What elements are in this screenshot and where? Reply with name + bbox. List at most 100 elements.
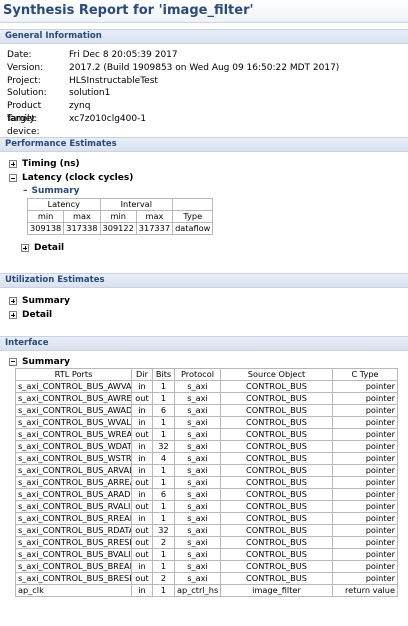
timing-node[interactable]: Timing (ns) [0,157,408,171]
latency-node[interactable]: Latency (clock cycles) [0,171,408,185]
table-cell: 1 [152,548,175,561]
table-row: ap_clk in 1 ap_ctrl_hs image_filter return va… [15,584,398,597]
table-cell: CONTROL_BUS [220,464,333,477]
table-cell: CONTROL_BUS [220,560,333,573]
info-label: Project: [7,75,41,86]
table-cell: s_axi_CONTROL_BUS_AWADDR [15,404,132,417]
col-header-protocol: Protocol [174,368,221,381]
expand-icon[interactable] [21,244,29,252]
expand-icon[interactable] [9,311,17,319]
info-value: solution1 [69,88,111,99]
collapse-icon[interactable] [9,174,17,182]
table-cell: s_axi_CONTROL_BUS_AWREADY [15,392,132,405]
table-cell: image_filter [220,584,333,597]
table-cell: pointer [332,512,398,525]
performance-header[interactable]: Performance Estimates [0,137,408,152]
table-cell: CONTROL_BUS [220,572,333,585]
table-cell: 1 [152,560,175,573]
table-cell: 32 [152,524,175,537]
expand-icon[interactable] [9,297,17,305]
table-cell: 32 [152,440,175,453]
table-cell: s_axi_CONTROL_BUS_AWVALID [15,380,132,393]
info-label: Date: [7,50,32,60]
table-row: s_axi_CONTROL_BUS_WREADY out 1 s_axi CONTROL… [15,428,398,441]
table-cell: s_axi_CONTROL_BUS_WREADY [15,428,132,441]
col-header: max [135,210,174,223]
table-row: s_axi_CONTROL_BUS_AWVALIDin1s_axiCONTROL… [15,380,398,393]
table-cell: pointer [332,380,398,393]
table-cell: out [131,536,153,549]
table-cell: CONTROL_BUS [220,416,333,429]
col-header: max [63,210,101,223]
latency-detail-node[interactable]: Detail [0,241,408,255]
table-row: s_axi_CONTROL_BUS_WVALID in 1 s_axi CONTROL_… [15,416,398,429]
info-label: Solution: [7,88,47,99]
table-cell: 1 [152,464,175,477]
info-row-project: Project: HLSInstructableTest [0,75,408,88]
table-cell: s_axi [174,512,221,525]
info-row-product-family: Product family: zynq [0,100,408,124]
detail-label: Detail [34,243,65,253]
table-cell: 309138 [26,222,65,235]
info-row-date: Date: Fri Dec 8 20:05:39 2017 [0,49,408,62]
table-cell: 2 [152,572,175,585]
table-row: s_axi_CONTROL_BUS_WDATA in 32 s_axi CONTROL_… [15,440,398,453]
collapse-icon[interactable] [9,357,17,366]
table-cell: out [131,428,153,441]
utilization-section: Utilization Estimates Summary Detail [0,273,408,330]
table-cell: pointer [332,464,398,477]
utilization-header[interactable]: Utilization Estimates [0,273,408,288]
latency-table: Latency Interval min max min max Type 30… [26,198,214,235]
general-information-header[interactable]: General Information [0,29,408,44]
table-row: s_axi_CONTROL_BUS_RDATA out 32 s_axi CONTROL… [15,524,398,537]
table-cell: CONTROL_BUS [220,500,333,513]
table-cell: 2 [152,536,175,549]
table-cell: s_axi [174,392,221,405]
utilization-detail-node[interactable]: Detail [0,308,408,322]
interface-summary-node[interactable]: Summary [0,355,408,368]
table-cell: in [131,560,153,573]
table-cell: out [131,572,153,585]
table-row: s_axi_CONTROL_BUS_ARREADYout1s_axiCONTRO… [15,476,398,489]
collapse-dash-icon[interactable]: – [23,186,28,196]
table-cell: CONTROL_BUS [220,392,333,405]
table-cell: in [131,440,153,453]
col-header-dir: Dir [131,368,153,381]
table-cell: s_axi [174,560,221,573]
table-row: s_axi_CONTROL_BUS_RRESP out 2 s_axi CONTROL_… [15,536,398,549]
table-cell: s_axi [174,440,221,453]
table-cell: 1 [152,512,175,525]
table-cell: s_axi [174,428,221,441]
col-header-rtl-ports: RTL Ports [15,368,132,381]
table-row: s_axi_CONTROL_BUS_AWADDRin6s_axiCONTROL_… [15,404,398,417]
table-cell: s_axi_CONTROL_BUS_BREADY [15,560,132,573]
table-cell: CONTROL_BUS [220,404,333,417]
table-cell: s_axi_CONTROL_BUS_WVALID [15,416,132,429]
interface-table: RTL Ports Dir Bits Protocol Source Objec… [15,368,398,597]
table-row: s_axi_CONTROL_BUS_WSTRB in 4 s_axi CONTROL_B… [15,452,398,465]
table-cell: 1 [152,392,175,405]
utilization-summary-node[interactable]: Summary [0,294,408,308]
performance-section: Performance Estimates Timing (ns) Latenc… [0,137,408,267]
table-cell: in [131,452,153,465]
expand-icon[interactable] [9,160,17,168]
latency-summary-header[interactable]: – Summary [23,185,408,198]
general-info-list: Date: Fri Dec 8 20:05:39 2017 Version: 2… [0,44,408,137]
table-cell: CONTROL_BUS [220,488,333,501]
table-cell: 1 [152,428,175,441]
table-cell: pointer [332,392,398,405]
col-header-bits: Bits [152,368,175,381]
summary-label: Summary [31,186,80,196]
table-cell: in [131,404,153,417]
info-value: Fri Dec 8 20:05:39 2017 [69,50,178,60]
interface-header[interactable]: Interface [0,336,408,351]
table-row: s_axi_CONTROL_BUS_RREADY in 1 s_axi CONTROL_… [15,512,398,525]
timing-label: Timing (ns) [22,159,80,169]
table-cell: out [131,476,153,489]
table-cell: s_axi_CONTROL_BUS_ARREADY [15,476,132,489]
table-cell: out [131,548,153,561]
table-row: s_axi_CONTROL_BUS_BVALID out 1 s_axi CONTROL… [15,548,398,561]
table-cell: pointer [332,560,398,573]
table-cell: s_axi [174,452,221,465]
table-cell: s_axi_CONTROL_BUS_RVALID [15,500,132,513]
